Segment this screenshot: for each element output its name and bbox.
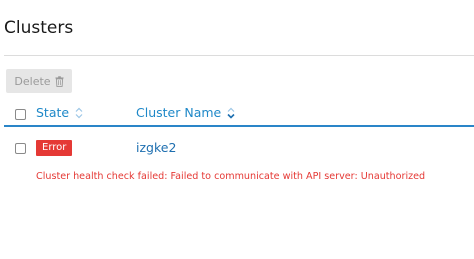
column-header-state-label: State [36, 105, 70, 120]
row-checkbox[interactable] [15, 143, 26, 154]
column-header-cluster-name[interactable]: Cluster Name [136, 105, 235, 120]
error-message: Cluster health check failed: Failed to c… [36, 171, 426, 182]
title-divider [4, 55, 474, 56]
cluster-name-link[interactable]: izgke2 [136, 140, 176, 155]
sort-down-icon [227, 107, 235, 119]
delete-button[interactable]: Delete [6, 69, 72, 93]
sort-both-icon [75, 107, 83, 118]
trash-icon [55, 75, 64, 87]
select-all-checkbox[interactable] [15, 109, 26, 120]
column-header-cluster-name-label: Cluster Name [136, 105, 222, 120]
status-badge: Error [36, 140, 73, 156]
delete-button-label: Delete [14, 74, 51, 88]
table-header-divider [4, 125, 474, 127]
page-title: Clusters [4, 18, 74, 38]
column-header-state[interactable]: State [36, 105, 83, 120]
